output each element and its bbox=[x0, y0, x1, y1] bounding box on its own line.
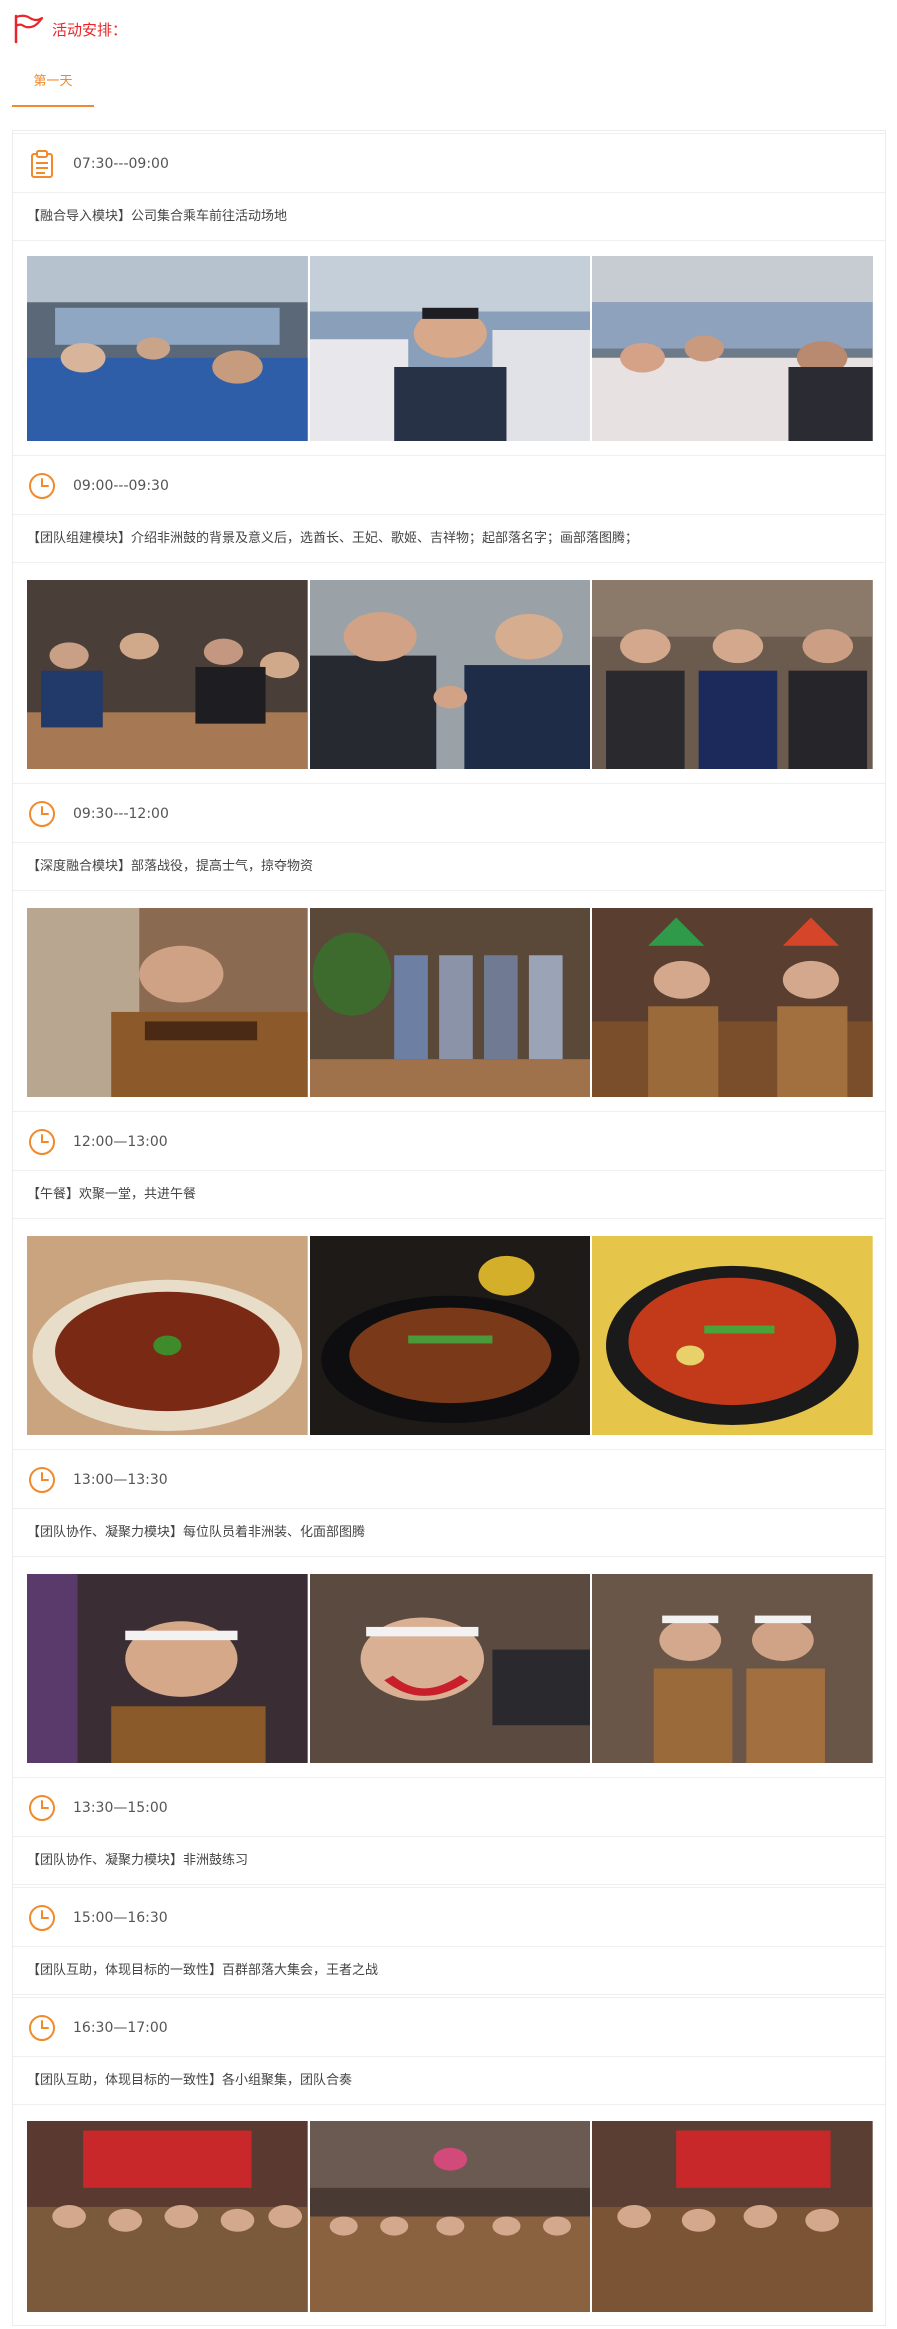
schedule-time: 15:00—16:30 bbox=[73, 1910, 168, 1926]
schedule-desc-row: 【团队协作、凝聚力模块】非洲鼓练习 bbox=[13, 1837, 885, 1885]
victory-sign-photo[interactable] bbox=[592, 580, 874, 769]
handshake-photo[interactable] bbox=[309, 580, 591, 769]
schedule-time-row: 12:00—13:00 bbox=[13, 1111, 885, 1171]
schedule-time: 09:00---09:30 bbox=[73, 478, 169, 494]
photo-strip bbox=[27, 580, 874, 769]
schedule-desc-row: 【融合导入模块】公司集合乘车前往活动场地 bbox=[13, 193, 885, 241]
clock-icon bbox=[29, 473, 55, 499]
face-paint-photo[interactable] bbox=[27, 1574, 308, 1763]
schedule-desc: 【团队协作、凝聚力模块】非洲鼓练习 bbox=[27, 1853, 249, 1868]
schedule-desc: 【团队协作、凝聚力模块】每位队员着非洲装、化面部图腾 bbox=[27, 1525, 366, 1540]
schedule-desc: 【深度融合模块】部落战役，提高士气，掠夺物资 bbox=[27, 859, 314, 874]
schedule-desc: 【团队互助，体现目标的一致性】各小组聚集，团队合奏 bbox=[27, 2073, 353, 2088]
bus-interior-photo[interactable] bbox=[27, 256, 308, 441]
schedule-time: 13:30—15:00 bbox=[73, 1800, 168, 1816]
page-title: 活动安排： bbox=[52, 21, 128, 39]
photo-strip bbox=[27, 2121, 874, 2312]
schedule-time-row: 09:30---12:00 bbox=[13, 783, 885, 843]
schedule-time-row: 15:00—16:30 bbox=[13, 1887, 885, 1947]
schedule-list: 07:30---09:00 【融合导入模块】公司集合乘车前往活动场地 09:00… bbox=[12, 130, 886, 2326]
group-drum-photo-2[interactable] bbox=[309, 2121, 591, 2312]
group-drum-photo-3[interactable] bbox=[592, 2121, 874, 2312]
stir-fry-photo[interactable] bbox=[309, 1236, 591, 1435]
clock-icon bbox=[29, 1467, 55, 1493]
clock-icon bbox=[29, 1129, 55, 1155]
schedule-time-row: 07:30---09:00 bbox=[13, 133, 885, 193]
schedule-time: 12:00—13:00 bbox=[73, 1134, 168, 1150]
photo-strip bbox=[27, 908, 874, 1097]
braised-feet-photo[interactable] bbox=[27, 1236, 308, 1435]
schedule-desc-row: 【午餐】欢聚一堂，共进午餐 bbox=[13, 1171, 885, 1219]
african-drums-photo[interactable] bbox=[309, 908, 591, 1097]
clock-icon bbox=[29, 2015, 55, 2041]
tiger-costume-photo[interactable] bbox=[27, 908, 308, 1097]
schedule-desc: 【午餐】欢聚一堂，共进午餐 bbox=[27, 1187, 197, 1202]
schedule-desc: 【团队组建模块】介绍非洲鼓的背景及意义后，选酋长、王妃、歌姬、吉祥物；起部落名字… bbox=[27, 531, 639, 546]
schedule-desc-row: 【深度融合模块】部落战役，提高士气，掠夺物资 bbox=[13, 843, 885, 891]
schedule-time: 09:30---12:00 bbox=[73, 806, 169, 822]
photo-strip bbox=[27, 256, 874, 441]
schedule-desc-row: 【团队互助，体现目标的一致性】百群部落大集会，王者之战 bbox=[13, 1947, 885, 1995]
tab-day-1[interactable]: 第一天 bbox=[12, 67, 94, 107]
painted-duo-photo[interactable] bbox=[592, 1574, 874, 1763]
schedule-time-row: 16:30—17:00 bbox=[13, 1997, 885, 2057]
schedule-desc-row: 【团队互助，体现目标的一致性】各小组聚集，团队合奏 bbox=[13, 2057, 885, 2105]
passenger-clapping-photo[interactable] bbox=[309, 256, 591, 441]
schedule-desc-row: 【团队组建模块】介绍非洲鼓的背景及意义后，选酋长、王妃、歌姬、吉祥物；起部落名字… bbox=[13, 515, 885, 563]
schedule-time-row: 13:00—13:30 bbox=[13, 1449, 885, 1509]
bus-group-photo[interactable] bbox=[592, 256, 874, 441]
clipboard-icon bbox=[31, 150, 53, 178]
schedule-time-row: 13:30—15:00 bbox=[13, 1777, 885, 1837]
clock-icon bbox=[29, 1905, 55, 1931]
schedule-desc: 【融合导入模块】公司集合乘车前往活动场地 bbox=[27, 209, 288, 224]
schedule-time: 16:30—17:00 bbox=[73, 2020, 168, 2036]
chicken-pot-photo[interactable] bbox=[592, 1236, 874, 1435]
flag-icon bbox=[14, 14, 44, 44]
schedule-time: 07:30---09:00 bbox=[73, 156, 169, 172]
clock-icon bbox=[29, 1795, 55, 1821]
painting-face-photo[interactable] bbox=[309, 1574, 591, 1763]
schedule-time: 13:00—13:30 bbox=[73, 1472, 168, 1488]
circle-activity-photo[interactable] bbox=[27, 580, 308, 769]
photo-strip bbox=[27, 1236, 874, 1435]
activity-header: 活动安排： bbox=[12, 12, 882, 52]
schedule-time-row: 09:00---09:30 bbox=[13, 455, 885, 515]
photo-strip bbox=[27, 1574, 874, 1763]
schedule-desc-row: 【团队协作、凝聚力模块】每位队员着非洲装、化面部图腾 bbox=[13, 1509, 885, 1557]
tab-label: 第一天 bbox=[33, 74, 73, 89]
schedule-desc: 【团队互助，体现目标的一致性】百群部落大集会，王者之战 bbox=[27, 1963, 379, 1978]
feather-headdress-photo[interactable] bbox=[592, 908, 874, 1097]
clock-icon bbox=[29, 801, 55, 827]
group-drum-photo-1[interactable] bbox=[27, 2121, 308, 2312]
